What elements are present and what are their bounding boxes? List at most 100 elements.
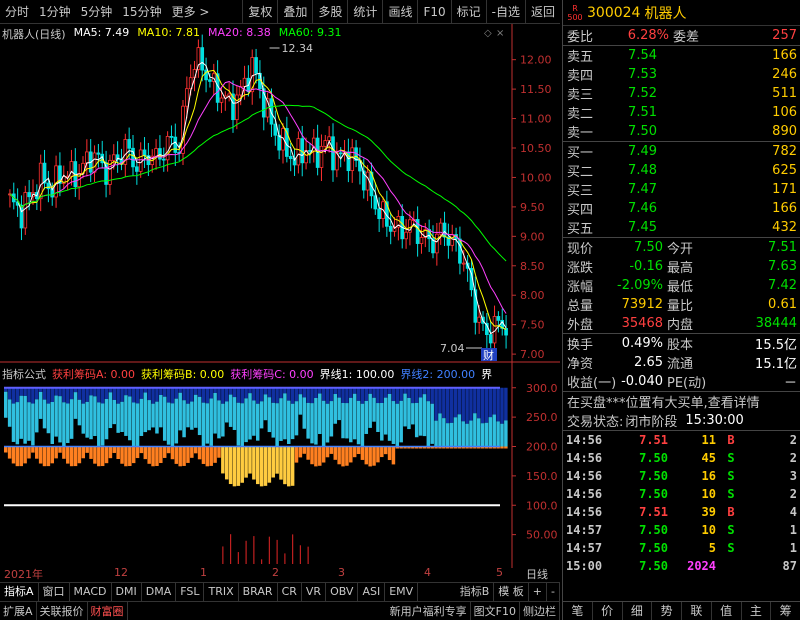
indicator-tab-0[interactable]: 指标A — [0, 583, 39, 601]
ind-bar-cyan — [213, 392, 217, 434]
ind-bar-blue — [465, 387, 469, 424]
ind-bar-blue — [476, 387, 481, 419]
notice-row[interactable]: 在买盘***位置有大买单,查看详情 — [563, 392, 800, 411]
indicator-tab-7[interactable]: BRAR — [239, 583, 278, 601]
candle-body — [200, 47, 205, 71]
diamond-icon[interactable]: ◇ — [484, 28, 492, 39]
period-tab-2[interactable]: 5分钟 — [76, 0, 118, 24]
bids-row[interactable]: 买二 7.48 625 — [563, 161, 800, 180]
asks-row[interactable]: 卖五 7.54 166 — [563, 46, 800, 65]
toolbar-action-5[interactable]: F10 — [417, 0, 450, 24]
indicator-tab-15[interactable]: + — [529, 583, 548, 601]
ind-bar-cyan — [116, 403, 120, 433]
period-tab-3[interactable]: 15分钟 — [117, 0, 166, 24]
indicator-tab-4[interactable]: DMA — [142, 583, 177, 601]
ind-bar-cyan — [221, 403, 225, 437]
finance-badge[interactable]: 财 — [483, 348, 494, 362]
indicator-tab-1[interactable]: 窗口 — [39, 583, 70, 601]
side-tab-5[interactable]: 值 — [712, 602, 742, 620]
period-tab-4[interactable]: 更多 > — [167, 0, 215, 24]
asks-row[interactable]: 卖四 7.53 246 — [563, 65, 800, 84]
indicator-name[interactable]: 指标公式 — [2, 366, 46, 382]
toolbar-action-6[interactable]: 标记 — [450, 0, 486, 24]
indicator-tab-2[interactable]: MACD — [70, 583, 112, 601]
ind-bar-orange — [232, 446, 237, 487]
period-tab-1[interactable]: 1分钟 — [34, 0, 76, 24]
ind-bar-cyan — [476, 418, 481, 447]
ind-bar-blue — [287, 387, 291, 401]
side-tab-0[interactable]: 笔 — [563, 602, 593, 620]
stat-label-2: 流通 — [667, 357, 694, 372]
side-tab-6[interactable]: 主 — [742, 602, 772, 620]
ind-bar-orange — [4, 446, 8, 453]
toolbar-action-2[interactable]: 多股 — [312, 0, 347, 24]
indicator-tab-14[interactable]: 模 板 — [494, 583, 529, 601]
footer-tab-1[interactable]: 关联报价 — [37, 602, 88, 620]
bids-row[interactable]: 买五 7.45 432 — [563, 218, 800, 237]
bids-row[interactable]: 买四 7.46 166 — [563, 199, 800, 218]
indicator-tab-5[interactable]: FSL — [176, 583, 205, 601]
asks-row[interactable]: 卖一 7.50 890 — [563, 122, 800, 141]
indicator-tab-9[interactable]: VR — [302, 583, 327, 601]
big-order-notice[interactable]: 在买盘***位置有大买单,查看详情 — [567, 392, 760, 411]
quote-value: -2.09% — [617, 278, 663, 293]
asks-row[interactable]: 卖三 7.52 511 — [563, 84, 800, 103]
ind-bar-cyan — [100, 403, 105, 446]
side-tab-4[interactable]: 联 — [682, 602, 712, 620]
footer-tab-2[interactable]: 财富圈 — [88, 602, 128, 620]
high-marker: 12.34 — [282, 42, 314, 55]
bids-row[interactable]: 买三 7.47 171 — [563, 180, 800, 199]
quote-value: 7.50 — [634, 240, 663, 255]
candle-body — [135, 166, 139, 172]
side-tab-2[interactable]: 细 — [623, 602, 653, 620]
tick-list[interactable]: 14:56 7.51 11 B 2 14:56 7.50 45 S 2 14:56 7.50 16 S 3 1… — [563, 431, 800, 575]
tick-count: 87 — [782, 559, 797, 573]
candle-body — [331, 136, 335, 171]
ind-bar-orange — [31, 446, 35, 453]
ind-bar-orange — [205, 446, 210, 467]
ind-bar-orange — [38, 446, 43, 464]
tick-count: 1 — [789, 541, 797, 555]
ind-bar-blue — [170, 387, 175, 404]
bids-row[interactable]: 买一 7.49 782 — [563, 142, 800, 161]
candle-body — [127, 139, 131, 149]
footer-right-1[interactable]: 图文F10 — [471, 602, 520, 620]
side-tab-1[interactable]: 价 — [593, 602, 623, 620]
indicator-tab-8[interactable]: CR — [278, 583, 302, 601]
stat-row: 收益(一) -0.040 PE(动) － — [563, 372, 800, 391]
indicator-tab-6[interactable]: TRIX — [204, 583, 239, 601]
indicator-tab-12[interactable]: EMV — [385, 583, 419, 601]
ind-bar-orange — [89, 446, 93, 459]
side-tab-3[interactable]: 势 — [652, 602, 682, 620]
side-tab-7[interactable]: 筹 — [771, 602, 800, 620]
indicator-tab-3[interactable]: DMI — [112, 583, 142, 601]
indicator-tab-10[interactable]: OBV — [326, 583, 359, 601]
kline-chart[interactable]: ◇ × 12.00 11.50 11.00 10.50 10.00 9.50 9.00 8.50 8… — [0, 24, 560, 568]
asks-row[interactable]: 卖二 7.51 106 — [563, 103, 800, 122]
footer-tab-0[interactable]: 扩展A — [0, 602, 37, 620]
footer-right-0[interactable]: 新用户福利专享 — [387, 602, 471, 620]
toolbar-action-7[interactable]: -自选 — [485, 0, 525, 24]
ind-bar-cyan — [178, 392, 182, 431]
period-label[interactable]: 日线 — [526, 566, 548, 582]
ind-bar-cyan — [306, 402, 310, 439]
footer-right-2[interactable]: 侧边栏 — [520, 602, 560, 620]
toolbar-action-3[interactable]: 统计 — [347, 0, 382, 24]
ind-bar-cyan — [62, 402, 66, 447]
toolbar-action-8[interactable]: 返回 — [524, 0, 560, 24]
ind-bar-cyan — [46, 403, 51, 434]
status-label: 交易状态: — [567, 415, 624, 430]
toolbar-action-4[interactable]: 画线 — [382, 0, 417, 24]
indicator-tab-11[interactable]: ASI — [358, 583, 386, 601]
kline-chart-area[interactable]: ◇ × 12.00 11.50 11.00 10.50 10.00 9.50 9.00 8.50 8… — [0, 24, 560, 568]
period-tab-0[interactable]: 分时 — [0, 0, 34, 24]
indicator-tab-13[interactable]: 指标B — [456, 583, 495, 601]
ind-bar-cyan — [112, 399, 117, 425]
tick-time: 14:57 — [566, 541, 603, 555]
indicator-tab-16[interactable]: - — [547, 583, 560, 601]
toolbar-action-1[interactable]: 叠加 — [277, 0, 312, 24]
tick-row: 14:56 7.50 16 S 3 — [563, 467, 800, 485]
toolbar-action-0[interactable]: 复权 — [242, 0, 277, 24]
close-icon[interactable]: × — [496, 28, 504, 39]
ind-bar-cyan — [143, 392, 148, 433]
